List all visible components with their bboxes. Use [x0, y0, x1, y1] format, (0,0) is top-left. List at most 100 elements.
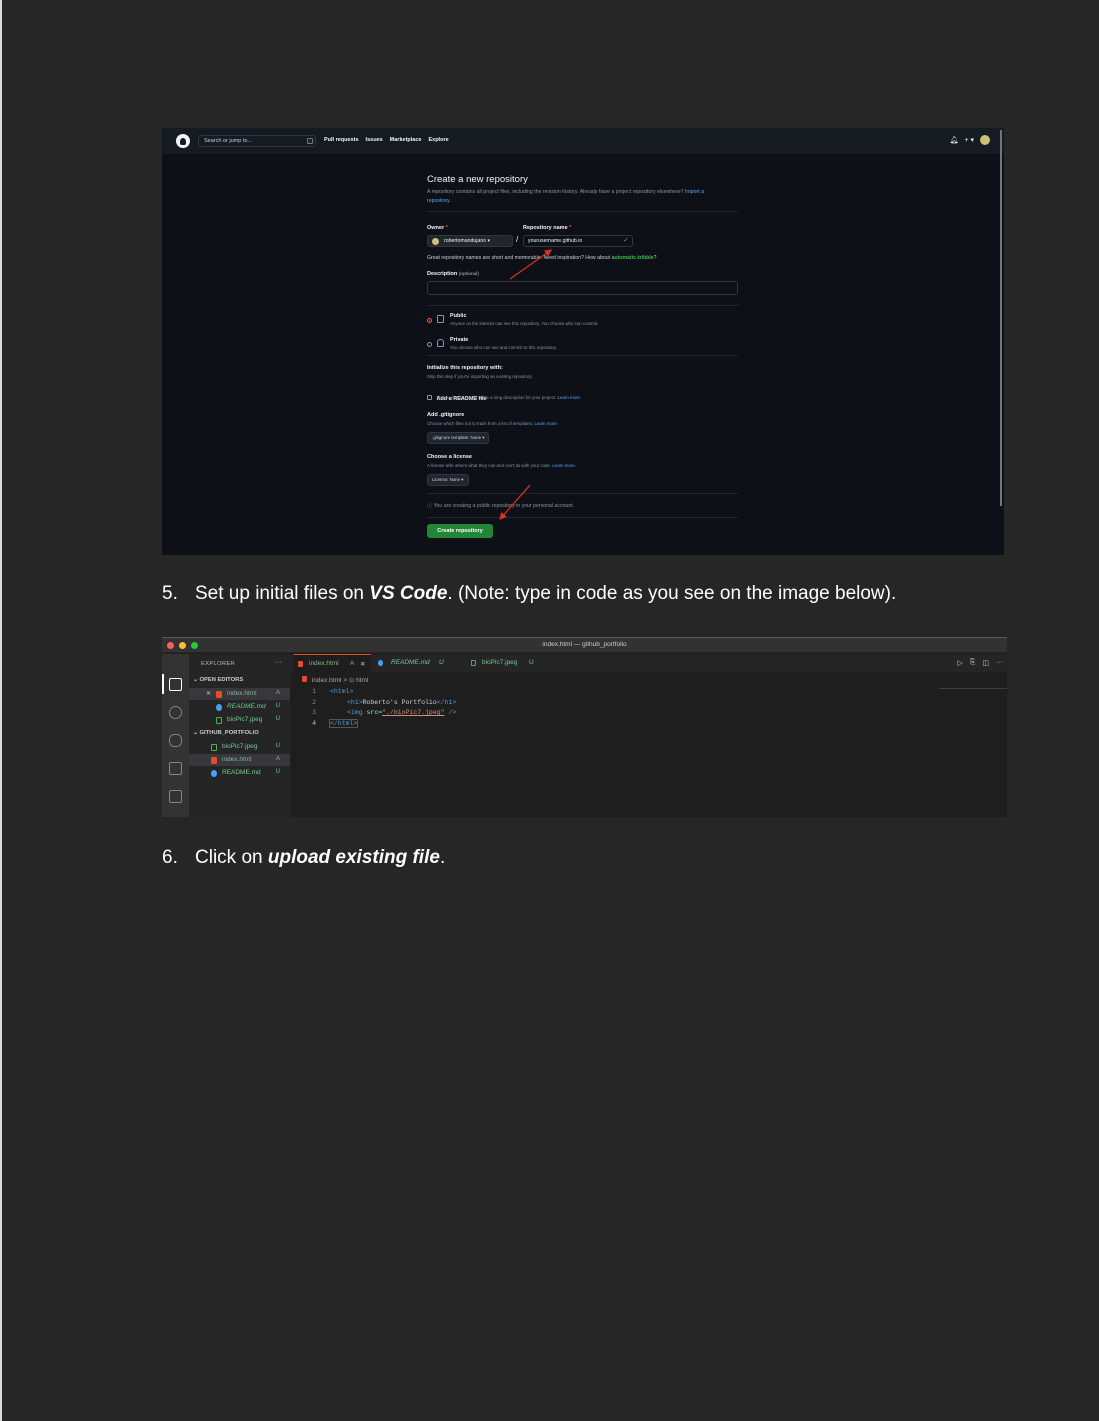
html-file-icon [302, 676, 307, 682]
learn-more-link[interactable]: Learn more. [558, 395, 582, 400]
step-number: 6. [162, 847, 178, 868]
project-file-item[interactable]: README.md U [189, 767, 290, 779]
description-input[interactable] [427, 281, 738, 295]
owner-avatar [432, 238, 439, 245]
file-name: index.html [227, 690, 257, 697]
code-token: <img [347, 709, 367, 716]
step-emphasis: VS Code [369, 583, 448, 604]
page-edge [0, 0, 2, 1421]
open-editor-item[interactable]: bioPic7.jpeg U [189, 714, 290, 726]
project-section[interactable]: ⌄ GITHUB_PORTFOLIO [193, 730, 259, 736]
nav-pull-requests[interactable]: Pull requests [324, 137, 359, 143]
code-token: <h1> [347, 699, 363, 706]
bell-icon[interactable]: 🔔︎ [950, 136, 959, 144]
breadcrumb-symbol[interactable]: html [356, 677, 368, 684]
minimap[interactable] [937, 672, 1007, 817]
scrollbar[interactable] [1000, 130, 1002, 506]
gitignore-select[interactable]: .gitignore template: None ▾ [427, 432, 490, 444]
extensions-icon[interactable] [169, 790, 182, 803]
file-name: bioPic7.jpeg [222, 743, 258, 750]
github-nav: Pull requests Issues Marketplace Explore [324, 137, 449, 143]
step-number: 5. [162, 583, 178, 604]
breadcrumb-separator: > [343, 677, 348, 684]
close-icon[interactable]: ✕ [360, 660, 365, 668]
code-token: /> [444, 709, 457, 716]
compare-icon[interactable]: ⎘ [970, 659, 976, 667]
explorer-icon[interactable] [169, 678, 182, 691]
code-line-4: </html> [328, 719, 359, 728]
step-text-end: . [439, 847, 446, 868]
learn-more-link[interactable]: Learn more. [552, 463, 576, 468]
git-status: U [275, 769, 280, 775]
tab-biopic[interactable]: bioPic7.jpeg U [463, 654, 547, 672]
gitignore-heading: Add .gitignore [427, 412, 465, 418]
repo-name-hint: Great repository names are short and mem… [427, 255, 657, 261]
license-heading: Choose a license [427, 454, 472, 460]
gitignore-desc-text: Choose which files not to track from a l… [427, 421, 534, 426]
avatar[interactable] [980, 135, 990, 145]
owner-select[interactable]: robertomandujano ▾ [427, 235, 513, 247]
public-desc: Anyone on the internet can see this repo… [450, 321, 599, 326]
run-debug-icon[interactable] [169, 762, 182, 775]
nav-explore[interactable]: Explore [428, 137, 448, 143]
license-desc: A license tells others what they can and… [427, 463, 576, 468]
monitor-icon [437, 315, 444, 323]
line-number: 3 [312, 709, 316, 716]
more-actions-icon[interactable]: ··· [996, 659, 1003, 667]
header-actions: 🔔︎ + ▾ [950, 135, 990, 145]
learn-more-link[interactable]: Learn more. [534, 421, 558, 426]
info-file-icon [216, 704, 222, 711]
line-number: 4 [312, 720, 316, 727]
public-radio[interactable] [427, 318, 432, 323]
nav-marketplace[interactable]: Marketplace [390, 137, 422, 143]
repo-name-value: yourusername.github.io [528, 238, 583, 244]
public-label: Public [450, 313, 467, 319]
tab-readme[interactable]: README.md U [373, 654, 461, 672]
private-radio[interactable] [427, 342, 432, 347]
github-header: Search or jump to... / Pull requests Iss… [162, 128, 1004, 154]
more-actions-icon[interactable]: ··· [275, 659, 282, 666]
plus-icon[interactable]: + ▾ [964, 136, 974, 144]
file-name: README.md [222, 769, 261, 776]
close-icon[interactable]: ✕ [206, 690, 211, 697]
activity-bar [162, 654, 189, 817]
suggestion-link[interactable]: automatic-tribble [612, 255, 654, 261]
window-titlebar: index.html — github_portfolio [162, 638, 1007, 653]
open-editors-section[interactable]: ⌄ OPEN EDITORS [193, 677, 243, 683]
divider [427, 517, 738, 518]
required-mark: * [569, 225, 572, 231]
search-icon[interactable] [169, 706, 182, 719]
gitignore-desc: Choose which files not to track from a l… [427, 421, 558, 426]
notice-text: You are creating a public repository in … [433, 503, 575, 509]
tab-index-html[interactable]: index.html A ✕ [294, 654, 371, 672]
project-file-item[interactable]: index.html A [189, 754, 290, 766]
editor-tabs: index.html A ✕ README.md U bioPic7.jpeg … [290, 654, 1007, 672]
chevron-down-icon: ⌄ [193, 730, 198, 736]
owner-label: Owner * [427, 225, 448, 231]
file-name: index.html [222, 756, 252, 763]
readme-checkbox[interactable] [427, 395, 432, 400]
run-icon[interactable]: ▷ [957, 659, 962, 667]
open-editor-item[interactable]: README.md U [189, 701, 290, 713]
create-repository-button[interactable]: Create repository [427, 524, 493, 538]
nav-issues[interactable]: Issues [366, 137, 383, 143]
step-text-end: . (Note: type in code as you see on the … [447, 583, 897, 604]
github-logo-icon[interactable] [176, 134, 190, 148]
divider [427, 305, 738, 306]
source-control-icon[interactable] [169, 734, 182, 747]
hint-suffix: ? [653, 255, 657, 261]
search-input[interactable]: Search or jump to... / [198, 135, 316, 147]
code-token: src= [366, 709, 383, 716]
readme-desc: This is where you can write a long descr… [436, 395, 581, 400]
project-file-item[interactable]: bioPic7.jpeg U [189, 741, 290, 753]
public-notice: ⓘ You are creating a public repository i… [427, 502, 574, 509]
license-select[interactable]: License: None ▾ [427, 474, 469, 486]
code-token: </h1> [436, 699, 457, 706]
open-editor-item[interactable]: ✕ index.html A [189, 688, 290, 700]
init-heading: Initialize this repository with: [427, 365, 503, 371]
split-editor-icon[interactable]: ◫ [982, 659, 989, 667]
repo-name-input[interactable]: yourusername.github.io ✓ [523, 235, 633, 247]
description-label-text: Description [427, 271, 458, 277]
breadcrumb-file[interactable]: index.html [312, 677, 342, 684]
divider [427, 211, 738, 212]
